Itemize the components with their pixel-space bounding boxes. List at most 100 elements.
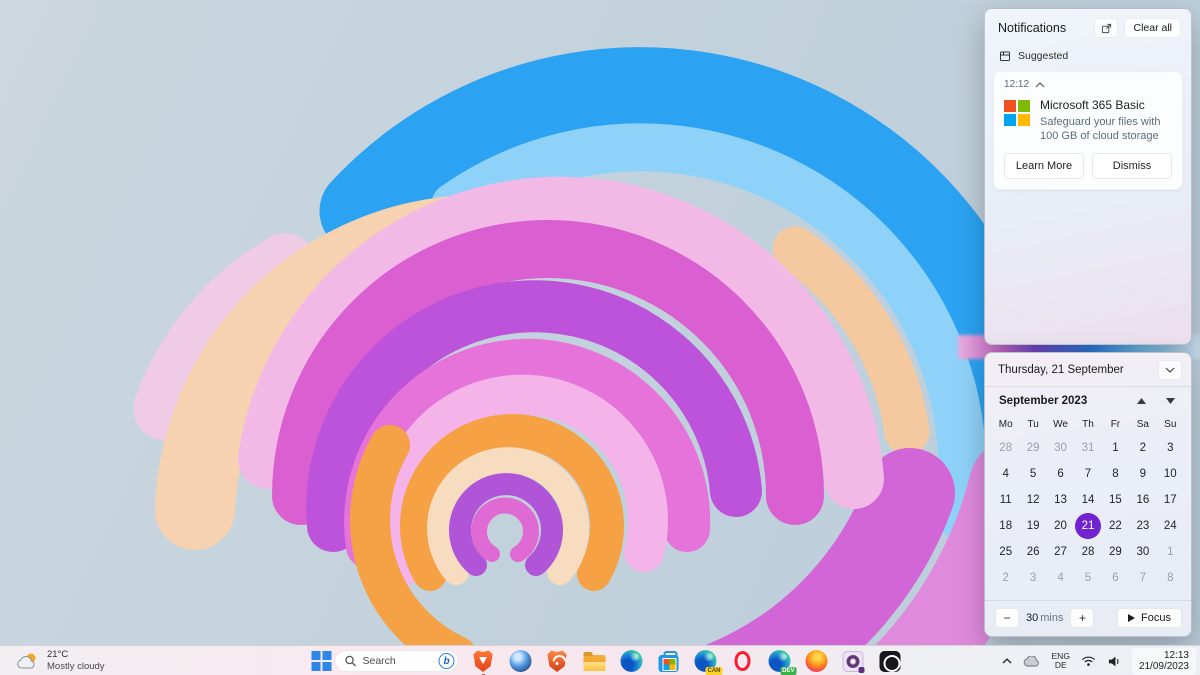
bing-chat-icon[interactable]: b xyxy=(439,653,455,669)
calendar-day[interactable]: 17 xyxy=(1157,487,1183,513)
calendar-grid: 2829303112345678910111213141516171819202… xyxy=(985,435,1191,600)
calendar-day[interactable]: 4 xyxy=(1048,565,1074,591)
calendar-day[interactable]: 27 xyxy=(1048,539,1074,565)
brave-icon[interactable] xyxy=(471,649,496,674)
notification-timestamp-row: 12:12 xyxy=(1004,79,1172,90)
learn-more-button[interactable]: Learn More xyxy=(1004,153,1084,179)
network-tray-icon[interactable] xyxy=(1080,649,1097,673)
increase-duration-button[interactable]: + xyxy=(1070,608,1094,628)
calendar-day[interactable]: 3 xyxy=(1020,565,1046,591)
calendar-day[interactable]: 6 xyxy=(1048,461,1074,487)
notification-body: Microsoft 365 Basic Safeguard your files… xyxy=(1004,98,1172,143)
calendar-day[interactable]: 30 xyxy=(1048,435,1074,461)
chevron-down-icon xyxy=(1165,367,1175,373)
focus-duration: 30mins xyxy=(1026,612,1063,624)
tray-time: 12:13 xyxy=(1164,650,1189,662)
start-button[interactable] xyxy=(298,649,323,674)
calendar-day[interactable]: 19 xyxy=(1020,513,1046,539)
decrease-duration-button[interactable]: − xyxy=(995,608,1019,628)
calendar-day[interactable]: 5 xyxy=(1075,565,1101,591)
triangle-down-icon xyxy=(1166,398,1175,404)
firefox-icon[interactable] xyxy=(804,649,829,674)
calendar-collapse-button[interactable] xyxy=(1158,360,1182,380)
calendar-day[interactable]: 8 xyxy=(1102,461,1128,487)
calendar-day[interactable]: 18 xyxy=(993,513,1019,539)
microsoft-store-icon[interactable] xyxy=(656,649,681,674)
calendar-day[interactable]: 20 xyxy=(1048,513,1074,539)
day-of-week-label: Th xyxy=(1074,415,1101,435)
focus-button[interactable]: Focus xyxy=(1117,608,1182,628)
microsoft-edge-icon[interactable] xyxy=(619,649,644,674)
calendar-day[interactable]: 31 xyxy=(1075,435,1101,461)
windows-logo-icon xyxy=(311,651,320,660)
calendar-day[interactable]: 11 xyxy=(993,487,1019,513)
file-explorer-icon[interactable] xyxy=(582,649,607,674)
app-glyph xyxy=(734,651,750,671)
focus-session-bar: − 30mins + Focus xyxy=(985,600,1191,636)
volume-tray-icon[interactable] xyxy=(1106,649,1123,673)
weather-widget[interactable]: 21°C Mostly cloudy xyxy=(10,646,111,675)
calendar-day[interactable]: 2 xyxy=(1130,435,1156,461)
chevron-up-icon xyxy=(1002,658,1012,664)
calendar-day[interactable]: 26 xyxy=(1020,539,1046,565)
onedrive-tray-icon[interactable] xyxy=(1022,649,1042,673)
microsoft-edge-dev-icon[interactable]: DEV xyxy=(767,649,792,674)
wifi-icon xyxy=(1081,655,1096,667)
opera-icon[interactable] xyxy=(730,649,755,674)
calendar-day[interactable]: 16 xyxy=(1130,487,1156,513)
calendar-day[interactable]: 4 xyxy=(993,461,1019,487)
calendar-day[interactable]: 1 xyxy=(1157,539,1183,565)
dark-o-app-icon[interactable] xyxy=(878,649,903,674)
notification-center: Notifications Clear all Suggested 12:12 xyxy=(984,8,1192,345)
blue-orb-browser-icon[interactable] xyxy=(508,649,533,674)
calendar-day[interactable]: 29 xyxy=(1020,435,1046,461)
calendar-day[interactable]: 9 xyxy=(1130,461,1156,487)
calendar-day[interactable]: 25 xyxy=(993,539,1019,565)
calendar-day[interactable]: 14 xyxy=(1075,487,1101,513)
calendar-day[interactable]: 30 xyxy=(1130,539,1156,565)
calendar-day-selected[interactable]: 21 xyxy=(1075,513,1101,539)
tor-browser-icon[interactable] xyxy=(841,649,866,674)
month-down-button[interactable] xyxy=(1166,398,1175,404)
microsoft-edge-canary-icon[interactable]: CAN xyxy=(693,649,718,674)
notification-title: Microsoft 365 Basic xyxy=(1040,98,1172,112)
calendar-day[interactable]: 12 xyxy=(1020,487,1046,513)
calendar-day[interactable]: 10 xyxy=(1157,461,1183,487)
calendar-day[interactable]: 6 xyxy=(1102,565,1128,591)
hidden-icons-button[interactable] xyxy=(1001,649,1013,673)
calendar-day[interactable]: 29 xyxy=(1102,539,1128,565)
calendar-flyout: Thursday, 21 September September 2023 Mo… xyxy=(984,352,1192,637)
shield-security-app-icon[interactable] xyxy=(545,649,570,674)
calendar-day[interactable]: 23 xyxy=(1130,513,1156,539)
clock-flyout-button[interactable]: 12:13 21/09/2023 xyxy=(1132,648,1196,675)
calendar-day[interactable]: 15 xyxy=(1102,487,1128,513)
cloud-icon xyxy=(1023,656,1041,667)
speaker-icon xyxy=(1107,655,1122,668)
calendar-day[interactable]: 24 xyxy=(1157,513,1183,539)
notification-settings-button[interactable] xyxy=(1094,18,1118,38)
suggested-section-header: Suggested xyxy=(985,44,1191,66)
calendar-day[interactable]: 7 xyxy=(1130,565,1156,591)
calendar-day[interactable]: 2 xyxy=(993,565,1019,591)
calendar-day[interactable]: 28 xyxy=(993,435,1019,461)
dismiss-button[interactable]: Dismiss xyxy=(1092,153,1172,179)
calendar-header: Thursday, 21 September xyxy=(985,353,1191,387)
calendar-day[interactable]: 22 xyxy=(1102,513,1128,539)
calendar-day[interactable]: 28 xyxy=(1075,539,1101,565)
triangle-up-icon xyxy=(1137,398,1146,404)
calendar-day[interactable]: 5 xyxy=(1020,461,1046,487)
language-indicator[interactable]: ENG DE xyxy=(1051,649,1071,673)
chevron-up-icon[interactable] xyxy=(1035,82,1045,88)
clear-all-button[interactable]: Clear all xyxy=(1124,18,1181,38)
search-box[interactable]: Search b xyxy=(335,650,459,672)
weather-temperature: 21°C xyxy=(47,650,105,660)
notification-card[interactable]: 12:12 Microsoft 365 Basic Safeguard your… xyxy=(993,71,1183,190)
system-tray: ENG DE 12:13 21/09/2023 xyxy=(1001,646,1196,675)
calendar-day[interactable]: 3 xyxy=(1157,435,1183,461)
calendar-day[interactable]: 7 xyxy=(1075,461,1101,487)
calendar-day[interactable]: 1 xyxy=(1102,435,1128,461)
app-glyph xyxy=(805,650,827,672)
calendar-day[interactable]: 8 xyxy=(1157,565,1183,591)
calendar-day[interactable]: 13 xyxy=(1048,487,1074,513)
month-up-button[interactable] xyxy=(1137,398,1146,404)
